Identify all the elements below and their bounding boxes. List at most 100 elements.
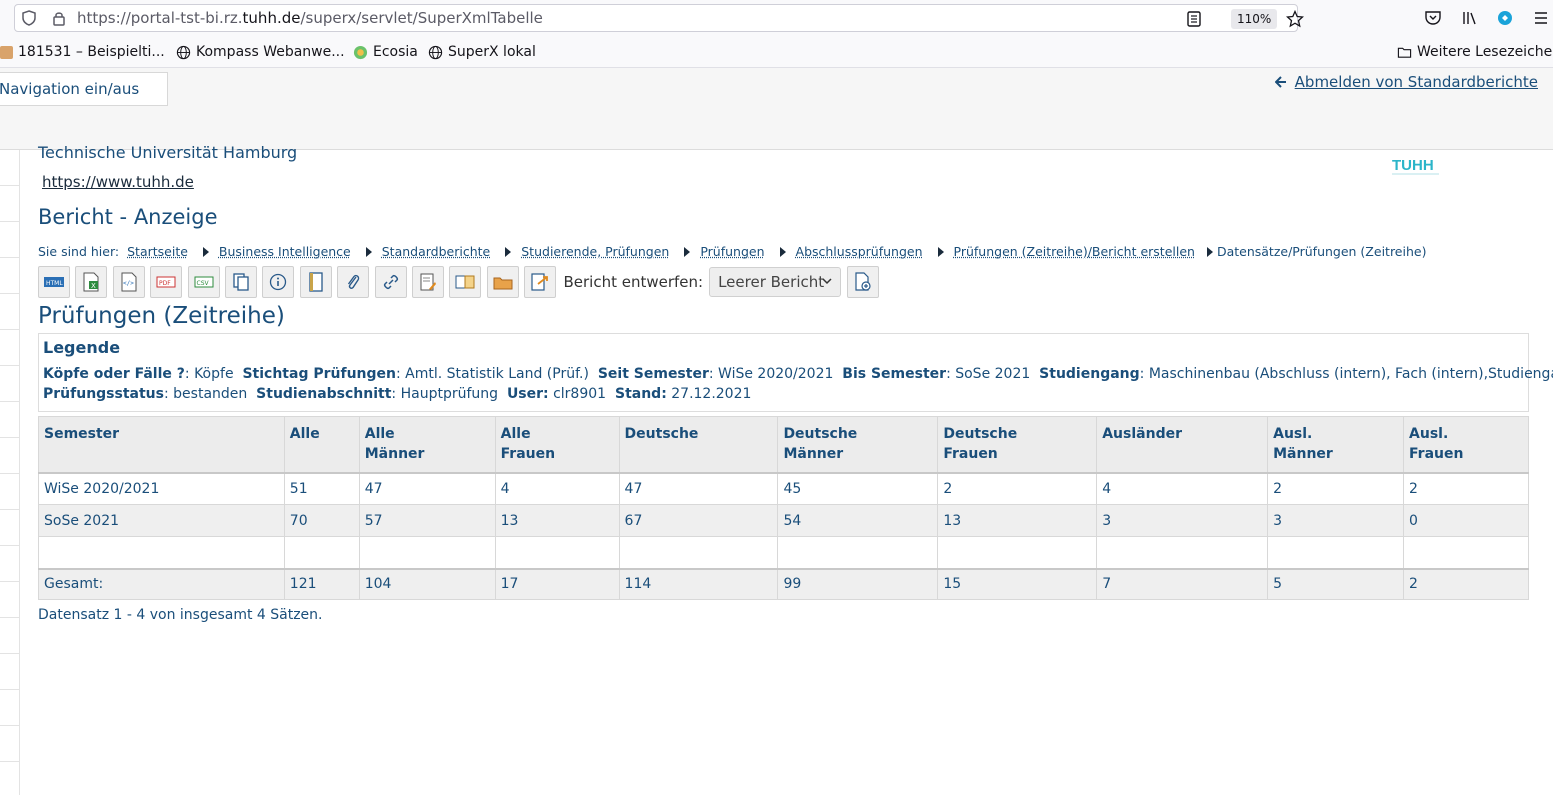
info-icon — [269, 273, 287, 291]
table-cell: 57 — [359, 505, 495, 537]
folder-button[interactable] — [487, 266, 519, 298]
copy-icon — [232, 272, 250, 292]
table-cell: 4 — [1097, 473, 1268, 505]
breadcrumb-link[interactable]: Abschlussprüfungen — [796, 244, 923, 259]
column-header[interactable]: Alle — [284, 417, 359, 473]
breadcrumb-separator-icon — [780, 247, 786, 257]
breadcrumb-link[interactable]: Prüfungen (Zeitreihe)/Bericht erstellen — [954, 244, 1195, 259]
new-report-icon — [854, 272, 872, 292]
report-table: Semester Alle Alle Männer Alle Frauen Deutsche… — [38, 416, 1529, 600]
breadcrumb-link[interactable]: Business Intelligence — [219, 244, 351, 259]
url-text[interactable]: https://portal-tst-bi.rz.tuhh.de/superx/… — [77, 9, 543, 27]
pocket-icon[interactable] — [1424, 9, 1442, 27]
svg-text:HTML: HTML — [46, 280, 63, 287]
library-icon[interactable] — [1461, 9, 1479, 27]
bookmark-item[interactable]: Ecosia — [353, 43, 418, 61]
bookmarks-more[interactable]: Weitere Lesezeichen — [1397, 43, 1553, 61]
column-header[interactable]: Semester — [39, 417, 285, 473]
lock-icon[interactable] — [51, 10, 67, 26]
edit-report-icon — [419, 272, 437, 292]
table-total-cell: 121 — [284, 569, 359, 600]
table-cell — [39, 537, 285, 569]
bookmark-item[interactable]: SuperX lokal — [428, 43, 536, 61]
table-cell — [1097, 537, 1268, 569]
table-cell: 47 — [619, 473, 778, 505]
browser-toolbar: https://portal-tst-bi.rz.tuhh.de/superx/… — [0, 0, 1553, 36]
table-cell: 54 — [778, 505, 938, 537]
excel-export-button[interactable]: X — [75, 266, 107, 298]
column-header[interactable]: Deutsche Männer — [778, 417, 938, 473]
csv-export-button[interactable]: CSV — [188, 266, 220, 298]
export-report-icon — [530, 272, 550, 292]
table-cell — [619, 537, 778, 569]
html-export-button[interactable]: HTML — [38, 266, 70, 298]
breadcrumb-separator-icon — [366, 247, 372, 257]
breadcrumb: Sie sind hier: Startseite Business Intel… — [38, 244, 1426, 259]
column-header[interactable]: Deutsche — [619, 417, 778, 473]
link-button[interactable] — [375, 266, 407, 298]
column-header[interactable]: Alle Männer — [359, 417, 495, 473]
new-report-button[interactable] — [847, 266, 879, 298]
bookmark-star-icon[interactable] — [1286, 10, 1304, 28]
table-cell — [359, 537, 495, 569]
export-report-button[interactable] — [524, 266, 556, 298]
breadcrumb-separator-icon — [684, 247, 690, 257]
xml-export-icon: </> — [120, 272, 138, 292]
reader-view-icon[interactable] — [1187, 11, 1201, 27]
table-total-cell: 114 — [619, 569, 778, 600]
svg-text:TUHH: TUHH — [1392, 157, 1434, 174]
column-header[interactable]: Ausl. Männer — [1268, 417, 1404, 473]
attachment-button[interactable] — [337, 266, 369, 298]
table-cell — [1404, 537, 1529, 569]
organization-url-link[interactable]: https://www.tuhh.de — [42, 173, 194, 191]
column-header[interactable]: Ausl. Frauen — [1404, 417, 1529, 473]
breadcrumb-link[interactable]: Prüfungen — [700, 244, 764, 259]
menu-icon[interactable] — [1532, 9, 1550, 27]
column-header[interactable]: Deutsche Frauen — [938, 417, 1097, 473]
table-cell: 2 — [938, 473, 1097, 505]
url-bar[interactable]: https://portal-tst-bi.rz.tuhh.de/superx/… — [14, 4, 1298, 32]
design-report-label: Bericht entwerfen: — [563, 273, 703, 291]
sidebar-collapsed — [0, 150, 20, 795]
folder-icon — [1397, 45, 1412, 60]
bookmark-item[interactable]: 181531 – Beispielti... — [0, 43, 165, 61]
bookmark-item[interactable]: Kompass Webanwe... — [176, 43, 345, 61]
table-total-cell: 7 — [1097, 569, 1268, 600]
table-cell: WiSe 2020/2021 — [39, 473, 285, 505]
pdf-export-button[interactable]: PDF — [150, 266, 182, 298]
extension-icon[interactable] — [1496, 9, 1514, 27]
table-cell: 2 — [1268, 473, 1404, 505]
breadcrumb-link[interactable]: Standardberichte — [382, 244, 491, 259]
zoom-level[interactable]: 110% — [1231, 9, 1277, 29]
table-cell: 13 — [938, 505, 1097, 537]
globe-icon — [176, 45, 191, 60]
copy-button[interactable] — [225, 266, 257, 298]
table-total-cell: Gesamt: — [39, 569, 285, 600]
table-cell: 51 — [284, 473, 359, 505]
column-header[interactable]: Alle Frauen — [495, 417, 619, 473]
table-cell: 4 — [495, 473, 619, 505]
bookmarks-bar: 181531 – Beispielti... Kompass Webanwe..… — [0, 36, 1553, 68]
table-total-cell: 17 — [495, 569, 619, 600]
xml-export-button[interactable]: </> — [113, 266, 145, 298]
notebook-button[interactable] — [300, 266, 332, 298]
navigation-toggle-button[interactable]: Navigation ein/aus — [0, 72, 168, 106]
table-cell — [284, 537, 359, 569]
shield-icon[interactable] — [21, 10, 37, 26]
table-cell: 0 — [1404, 505, 1529, 537]
edit-report-button[interactable] — [412, 266, 444, 298]
breadcrumb-link[interactable]: Startseite — [127, 244, 188, 259]
table-total-cell: 99 — [778, 569, 938, 600]
breadcrumb-separator-icon — [1207, 247, 1213, 257]
compare-button[interactable] — [449, 266, 481, 298]
column-header[interactable]: Ausländer — [1097, 417, 1268, 473]
report-template-select[interactable]: Leerer Bericht — [709, 267, 841, 297]
logout-link[interactable]: Abmelden von Standardberichte — [1275, 73, 1538, 91]
breadcrumb-link[interactable]: Studierende, Prüfungen — [521, 244, 669, 259]
breadcrumb-separator-icon — [203, 247, 209, 257]
info-button[interactable] — [262, 266, 294, 298]
record-count: Datensatz 1 - 4 von insgesamt 4 Sätzen. — [38, 607, 323, 623]
table-cell: 67 — [619, 505, 778, 537]
chevron-down-icon — [822, 277, 832, 285]
table-total-cell: 5 — [1268, 569, 1404, 600]
